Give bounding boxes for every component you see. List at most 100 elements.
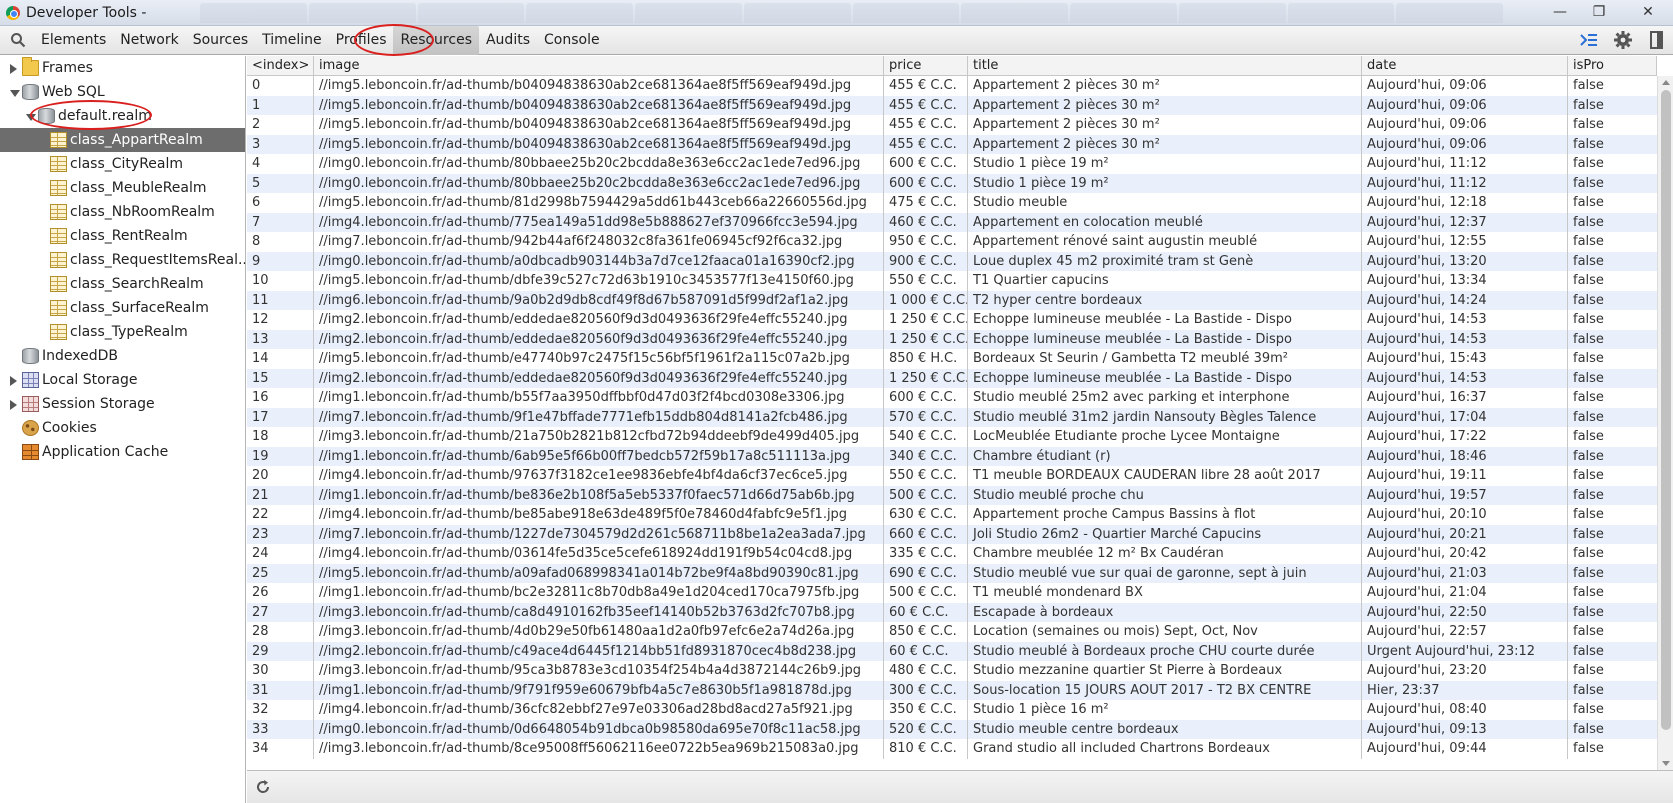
table-row[interactable]: 32//img4.leboncoin.fr/ad-thumb/36cfc82eb… [247, 700, 1657, 720]
table-row[interactable]: 25//img5.leboncoin.fr/ad-thumb/a09afad06… [247, 563, 1657, 583]
sidebar-item-session-storage[interactable]: Session Storage [0, 392, 245, 416]
gear-icon[interactable] [1613, 30, 1633, 50]
table-row[interactable]: 1//img5.leboncoin.fr/ad-thumb/b040948386… [247, 95, 1657, 115]
tab-network[interactable]: Network [113, 26, 185, 55]
table-row[interactable]: 10//img5.leboncoin.fr/ad-thumb/dbfe39c52… [247, 271, 1657, 291]
table-row[interactable]: 34//img3.leboncoin.fr/ad-thumb/8ce95008f… [247, 739, 1657, 759]
cell-ispro: false [1573, 604, 1604, 620]
table-row[interactable]: 3//img5.leboncoin.fr/ad-thumb/b040948386… [247, 134, 1657, 154]
triangle-right-icon[interactable] [10, 376, 17, 386]
sidebar-item-indexeddb[interactable]: IndexedDB [0, 344, 245, 368]
table-row[interactable]: 19//img1.leboncoin.fr/ad-thumb/6ab95e5f6… [247, 446, 1657, 466]
tab-console[interactable]: Console [537, 26, 607, 55]
table-row[interactable]: 6//img5.leboncoin.fr/ad-thumb/81d2998b75… [247, 193, 1657, 213]
sidebar-item-class-typerealm[interactable]: class_TypeRealm [0, 320, 245, 344]
sidebar-item-default-realm[interactable]: default.realm [0, 104, 245, 128]
triangle-right-icon[interactable] [10, 400, 17, 410]
cell-price: 475 € C.C. [884, 193, 968, 213]
table-row[interactable]: 15//img2.leboncoin.fr/ad-thumb/eddedae82… [247, 368, 1657, 388]
refresh-icon[interactable] [255, 779, 271, 795]
triangle-down-icon[interactable] [26, 114, 36, 121]
tab-timeline[interactable]: Timeline [255, 26, 329, 55]
sidebar-item-class-meublerealm[interactable]: class_MeubleRealm [0, 176, 245, 200]
table-row[interactable]: 27//img3.leboncoin.fr/ad-thumb/ca8d49101… [247, 602, 1657, 622]
sidebar-item-web-sql[interactable]: Web SQL [0, 80, 245, 104]
cell-index: 17 [247, 407, 314, 427]
search-icon[interactable] [10, 32, 26, 48]
column-header-title[interactable]: title [968, 56, 1362, 76]
tab-sources[interactable]: Sources [186, 26, 255, 55]
console-drawer-icon[interactable] [1579, 30, 1599, 50]
cell-title: Joli Studio 26m2 - Quartier Marché Capuc… [968, 524, 1362, 544]
table-row[interactable]: 5//img0.leboncoin.fr/ad-thumb/80bbaee25b… [247, 173, 1657, 193]
tab-audits[interactable]: Audits [479, 26, 537, 55]
table-row[interactable]: 26//img1.leboncoin.fr/ad-thumb/bc2e32811… [247, 583, 1657, 603]
dock-side-icon[interactable] [1647, 30, 1667, 50]
table-row[interactable]: 28//img3.leboncoin.fr/ad-thumb/4d0b29e50… [247, 622, 1657, 642]
minimize-button[interactable]: — [1545, 2, 1575, 22]
table-row[interactable]: 9//img0.leboncoin.fr/ad-thumb/a0dbcadb90… [247, 251, 1657, 271]
sidebar-item-label: class_AppartRealm [70, 132, 203, 148]
table-row[interactable]: 29//img2.leboncoin.fr/ad-thumb/c49ace4d6… [247, 641, 1657, 661]
sidebar-item-cookies[interactable]: Cookies [0, 416, 245, 440]
column-header-date[interactable]: date [1362, 56, 1568, 76]
sidebar-item-class-rentrealm[interactable]: class_RentRealm [0, 224, 245, 248]
table-row[interactable]: 2//img5.leboncoin.fr/ad-thumb/b040948386… [247, 115, 1657, 135]
sidebar-item-class-nbroomrealm[interactable]: class_NbRoomRealm [0, 200, 245, 224]
cell-image: //img2.leboncoin.fr/ad-thumb/c49ace4d644… [314, 641, 884, 661]
sidebar-item-frames[interactable]: Frames [0, 56, 245, 80]
tab-profiles[interactable]: Profiles [329, 26, 394, 55]
sidebar-item-class-cityrealm[interactable]: class_CityRealm [0, 152, 245, 176]
table-row[interactable]: 7//img4.leboncoin.fr/ad-thumb/775ea149a5… [247, 212, 1657, 232]
sidebar-item-application-cache[interactable]: Application Cache [0, 440, 245, 464]
sidebar-item-class-searchrealm[interactable]: class_SearchRealm [0, 272, 245, 296]
sidebar-item-class-surfacerealm[interactable]: class_SurfaceRealm [0, 296, 245, 320]
table-row[interactable]: 18//img3.leboncoin.fr/ad-thumb/21a750b28… [247, 427, 1657, 447]
table-row[interactable]: 20//img4.leboncoin.fr/ad-thumb/97637f318… [247, 466, 1657, 486]
table-row[interactable]: 8//img7.leboncoin.fr/ad-thumb/942b44af6f… [247, 232, 1657, 252]
sidebar-item-class-appartrealm[interactable]: class_AppartRealm [0, 128, 245, 152]
sidebar-item-local-storage[interactable]: Local Storage [0, 368, 245, 392]
table-row[interactable]: 14//img5.leboncoin.fr/ad-thumb/e47740b97… [247, 349, 1657, 369]
cell-image: //img2.leboncoin.fr/ad-thumb/eddedae8205… [314, 368, 884, 388]
tab-elements[interactable]: Elements [34, 26, 113, 55]
triangle-right-icon[interactable] [10, 64, 17, 74]
sidebar-item-label: Web SQL [42, 84, 105, 100]
column-header-index[interactable]: <index> [247, 56, 314, 76]
table-row[interactable]: 17//img7.leboncoin.fr/ad-thumb/9f1e47bff… [247, 407, 1657, 427]
table-row[interactable]: 33//img0.leboncoin.fr/ad-thumb/0d6648054… [247, 719, 1657, 739]
sidebar-item-class-requestitemsreal[interactable]: class_RequestItemsReal... [0, 248, 245, 272]
maximize-button[interactable]: ❐ [1584, 2, 1614, 22]
cell-price: 1 250 € C.C. [884, 329, 968, 349]
table-row[interactable]: 16//img1.leboncoin.fr/ad-thumb/b55f7aa39… [247, 388, 1657, 408]
table-row[interactable]: 4//img0.leboncoin.fr/ad-thumb/80bbaee25b… [247, 154, 1657, 174]
close-button[interactable]: ✕ [1628, 2, 1668, 22]
table-row[interactable]: 11//img6.leboncoin.fr/ad-thumb/9a0b2d9db… [247, 290, 1657, 310]
cell-ispro: false [1573, 97, 1604, 113]
table-row[interactable]: 13//img2.leboncoin.fr/ad-thumb/eddedae82… [247, 329, 1657, 349]
column-header-ispro[interactable]: isPro [1568, 56, 1657, 76]
vertical-scrollbar[interactable] [1657, 76, 1673, 770]
column-header-image[interactable]: image [314, 56, 884, 76]
triangle-down-icon[interactable] [10, 90, 20, 97]
cell-date: Aujourd'hui, 09:44 [1362, 739, 1568, 759]
cell-index: 5 [247, 173, 314, 193]
tab-resources[interactable]: Resources [393, 26, 479, 55]
cell-title: Studio 1 pièce 19 m² [968, 173, 1362, 193]
table-row[interactable]: 12//img2.leboncoin.fr/ad-thumb/eddedae82… [247, 310, 1657, 330]
scroll-down-icon[interactable] [1662, 761, 1670, 766]
sidebar-item-label: Cookies [42, 420, 97, 436]
cell-date: Aujourd'hui, 09:06 [1362, 76, 1568, 96]
scrollbar-thumb[interactable] [1661, 90, 1671, 730]
table-row[interactable]: 23//img7.leboncoin.fr/ad-thumb/1227de730… [247, 524, 1657, 544]
table-row[interactable]: 22//img4.leboncoin.fr/ad-thumb/be85abe91… [247, 505, 1657, 525]
cell-index: 29 [247, 641, 314, 661]
cell-ispro: false [1573, 721, 1604, 737]
scroll-up-icon[interactable] [1662, 80, 1670, 85]
table-row[interactable]: 21//img1.leboncoin.fr/ad-thumb/be836e2b1… [247, 485, 1657, 505]
table-row[interactable]: 31//img1.leboncoin.fr/ad-thumb/9f791f959… [247, 680, 1657, 700]
column-header-price[interactable]: price [884, 56, 968, 76]
table-row[interactable]: 30//img3.leboncoin.fr/ad-thumb/95ca3b878… [247, 661, 1657, 681]
table-row[interactable]: 24//img4.leboncoin.fr/ad-thumb/03614fe5d… [247, 544, 1657, 564]
table-row[interactable]: 0//img5.leboncoin.fr/ad-thumb/b040948386… [247, 76, 1657, 96]
